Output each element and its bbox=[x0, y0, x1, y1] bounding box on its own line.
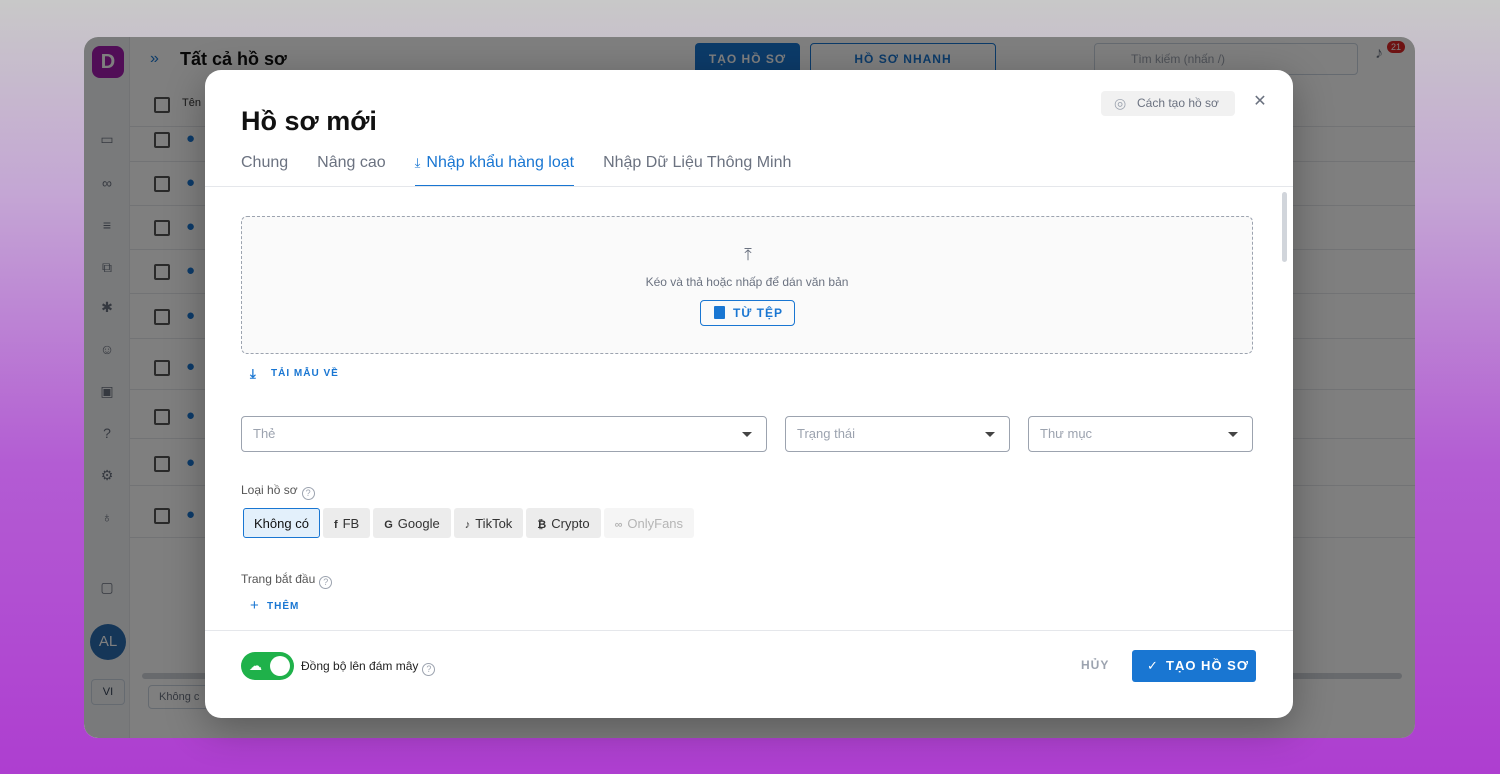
download-icon: ⤓ bbox=[414, 155, 421, 170]
tab-bulk-import-label: Nhập khẩu hàng loạt bbox=[426, 154, 575, 171]
profile-type-label-text: Loại hồ sơ bbox=[241, 483, 298, 497]
plus-icon: + bbox=[250, 597, 260, 614]
onlyfans-icon: ∞ bbox=[614, 519, 623, 531]
close-icon[interactable]: ✕ bbox=[1251, 91, 1269, 113]
tiktok-icon: ♪ bbox=[464, 519, 471, 531]
check-icon: ✓ bbox=[1147, 658, 1159, 673]
dropzone-text: Kéo và thả hoặc nhấp để dán văn bản bbox=[645, 275, 849, 289]
import-dropzone[interactable]: ⤒ Kéo và thả hoặc nhấp để dán văn bản TỪ… bbox=[241, 216, 1253, 354]
tabs-divider bbox=[205, 186, 1293, 187]
chip-crypto-label: Crypto bbox=[551, 516, 590, 531]
download-template-label: TẢI MẪU VỀ bbox=[271, 368, 339, 379]
google-icon: G bbox=[384, 519, 393, 531]
chip-onlyfans: ∞ OnlyFans bbox=[603, 508, 695, 538]
status-select[interactable]: Trạng thái bbox=[785, 416, 1010, 452]
cloud-icon: ☁ bbox=[249, 658, 262, 673]
folder-select-placeholder: Thư mục bbox=[1040, 426, 1093, 441]
chevron-down-icon bbox=[985, 432, 995, 437]
facebook-icon: f bbox=[333, 519, 338, 531]
bitcoin-icon: ₿ bbox=[537, 519, 547, 531]
chip-none[interactable]: Không có bbox=[243, 508, 320, 538]
folder-select[interactable]: Thư mục bbox=[1028, 416, 1253, 452]
footer-divider bbox=[205, 630, 1293, 631]
from-file-button[interactable]: TỪ TỆP bbox=[700, 300, 795, 326]
chip-google-label: Google bbox=[397, 516, 440, 531]
chip-fb[interactable]: f FB bbox=[322, 508, 371, 538]
download-template-button[interactable]: ⤓ TẢI MẪU VỀ bbox=[250, 365, 339, 383]
add-label: THÊM bbox=[267, 601, 300, 612]
profile-type-chips: Không có f FB G Google ♪ TikTok ₿ Crypto ∞ On… bbox=[243, 508, 697, 538]
help-icon[interactable]: ? bbox=[422, 663, 436, 676]
help-guide-button[interactable]: ◎ Cách tạo hồ sơ bbox=[1101, 91, 1235, 116]
dialog-title: Hồ sơ mới bbox=[241, 106, 377, 136]
tab-smart-import[interactable]: Nhập Dữ Liệu Thông Minh bbox=[603, 153, 791, 187]
chip-google[interactable]: G Google bbox=[373, 508, 451, 538]
tag-select-placeholder: Thẻ bbox=[253, 426, 276, 441]
cloud-sync-label: Đồng bộ lên đám mây? bbox=[301, 659, 436, 676]
chevron-down-icon bbox=[1228, 432, 1238, 437]
profile-type-label: Loại hồ sơ? bbox=[241, 483, 315, 500]
add-start-page-button[interactable]: + THÊM bbox=[250, 597, 300, 616]
chip-fb-label: FB bbox=[342, 516, 360, 531]
cloud-sync-label-text: Đồng bộ lên đám mây bbox=[301, 659, 419, 673]
new-profile-dialog: Hồ sơ mới ◎ Cách tạo hồ sơ ✕ Chung Nâng … bbox=[205, 70, 1293, 718]
file-icon bbox=[714, 306, 725, 319]
chip-tiktok[interactable]: ♪ TikTok bbox=[453, 508, 524, 538]
tab-advanced[interactable]: Nâng cao bbox=[317, 153, 386, 187]
chip-onlyfans-label: OnlyFans bbox=[627, 516, 684, 531]
start-page-label-text: Trang bắt đầu bbox=[241, 572, 316, 586]
chip-crypto[interactable]: ₿ Crypto bbox=[526, 508, 601, 538]
start-page-label: Trang bắt đầu? bbox=[241, 572, 333, 589]
create-profile-submit-button[interactable]: ✓ TẠO HỒ SƠ bbox=[1132, 650, 1256, 682]
chevron-down-icon bbox=[742, 432, 752, 437]
cloud-sync-toggle[interactable]: ☁ bbox=[241, 652, 294, 680]
status-select-placeholder: Trạng thái bbox=[797, 426, 856, 441]
chip-none-label: Không có bbox=[254, 516, 309, 531]
toggle-knob bbox=[270, 656, 290, 676]
tab-bulk-import[interactable]: ⤓ Nhập khẩu hàng loạt bbox=[414, 153, 575, 187]
help-guide-label: Cách tạo hồ sơ bbox=[1137, 96, 1219, 110]
chip-tiktok-label: TikTok bbox=[475, 516, 513, 531]
create-profile-label: TẠO HỒ SƠ bbox=[1166, 658, 1249, 673]
dialog-scrollbar[interactable] bbox=[1282, 192, 1287, 262]
upload-icon: ⤒ bbox=[744, 245, 752, 264]
lifebuoy-icon: ◎ bbox=[1114, 95, 1127, 111]
help-icon[interactable]: ? bbox=[319, 576, 333, 589]
cancel-button[interactable]: HỦY bbox=[1081, 658, 1109, 672]
from-file-label: TỪ TỆP bbox=[733, 306, 783, 320]
tab-general[interactable]: Chung bbox=[241, 153, 288, 187]
dialog-tabs: Chung Nâng cao ⤓ Nhập khẩu hàng loạt Nhập… bbox=[241, 153, 820, 187]
download-icon: ⤓ bbox=[250, 366, 257, 381]
tag-select[interactable]: Thẻ bbox=[241, 416, 767, 452]
help-icon[interactable]: ? bbox=[301, 487, 315, 500]
